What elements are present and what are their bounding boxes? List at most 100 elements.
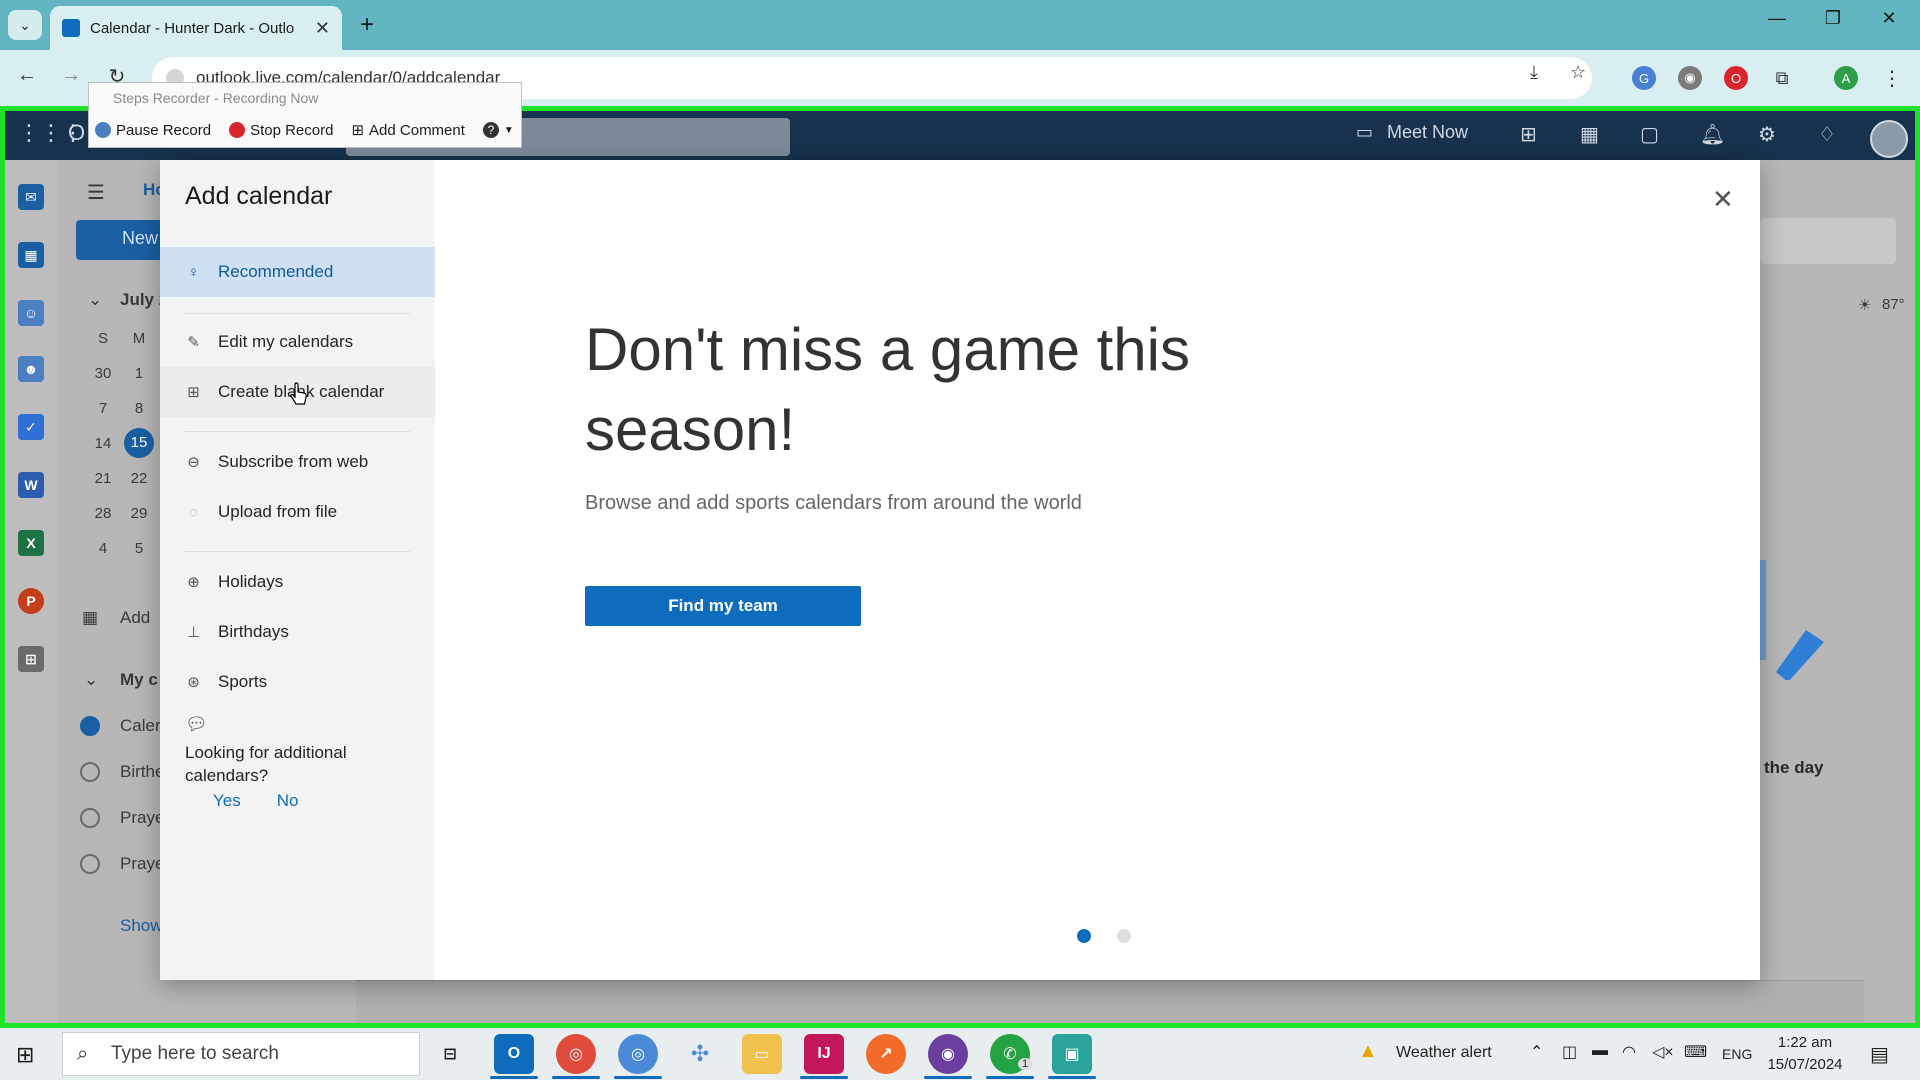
install-app-icon[interactable]: ⤓ [1530, 62, 1538, 83]
people-icon[interactable]: ☺ [18, 300, 44, 326]
minimize-icon[interactable]: — [1754, 8, 1800, 29]
keyboard-icon[interactable]: ⌨ [1684, 1042, 1707, 1062]
file-explorer-icon[interactable]: ▭ [742, 1034, 782, 1074]
system-clock[interactable]: 1:22 am 15/07/2024 [1764, 1032, 1846, 1076]
steps-recorder-window: Steps Recorder - Recording Now Pause Rec… [88, 82, 522, 148]
help-button[interactable]: ? ▼ [482, 122, 514, 138]
dropdown-arrow-icon: ▼ [503, 124, 514, 136]
settings-gear-icon[interactable]: ⚙ [1758, 122, 1776, 147]
volume-muted-icon[interactable]: ◁× [1652, 1042, 1674, 1062]
video-camera-icon: ▭ [1356, 122, 1374, 142]
feedback-no-link[interactable]: No [277, 791, 299, 811]
illustration-pen-icon [1754, 560, 1824, 680]
todo-check-icon[interactable]: ✓ [18, 414, 44, 440]
tray-overflow-icon[interactable]: ⌃ [1530, 1042, 1543, 1062]
mail-icon[interactable]: ✉ [18, 184, 44, 210]
day-cell: 28 [94, 505, 112, 522]
the-day-text: the day [1764, 758, 1824, 777]
profile-avatar[interactable]: A [1834, 66, 1858, 90]
day-cell: 30 [94, 365, 112, 382]
search-icon: ⌕ [77, 1042, 89, 1065]
github-desktop-icon[interactable]: ◉ [928, 1034, 968, 1074]
nav-label: Sports [218, 672, 268, 691]
browser-tab-bar: ⌄ Calendar - Hunter Dark - Outlo ✕ + — ❐… [0, 0, 1920, 50]
notification-center-icon[interactable]: ▤ [1870, 1042, 1889, 1067]
restore-icon[interactable]: ❐ [1810, 8, 1856, 29]
powerpoint-icon[interactable]: P [18, 588, 44, 614]
meet-tray-icon[interactable]: ◫ [1562, 1042, 1577, 1062]
translate-extension-icon[interactable]: G [1632, 66, 1656, 90]
windows-start-icon[interactable]: ⊞ [16, 1042, 34, 1068]
add-comment-button[interactable]: ⊞ Add Comment [351, 121, 464, 140]
add-calendar-bg-label: Add [120, 608, 151, 627]
weather-alert-label[interactable]: Weather alert [1396, 1044, 1492, 1062]
language-indicator[interactable]: ENG [1722, 1046, 1752, 1062]
battery-icon[interactable]: ▬ [1592, 1042, 1608, 1060]
wifi-icon[interactable]: ◠ [1622, 1042, 1636, 1062]
camera-extension-icon[interactable]: ◉ [1678, 66, 1702, 90]
feedback-prompt: 💬︎ Looking for additional calendars? Yes… [185, 714, 425, 811]
nav-upload-from-file[interactable]: ◌ Upload from file [160, 487, 435, 537]
opera-extension-icon[interactable]: O [1724, 66, 1748, 90]
nav-recommended[interactable]: ♀ Recommended [160, 247, 435, 297]
nav-edit-my-calendars[interactable]: ✎ Edit my calendars [160, 317, 435, 367]
groups-icon[interactable]: ☻ [18, 356, 44, 382]
jetbrains-icon[interactable]: IJ [804, 1034, 844, 1074]
onenote-icon[interactable]: ▦ [1580, 122, 1599, 147]
more-apps-icon[interactable]: ⊞ [18, 646, 44, 672]
stop-record-button[interactable]: Stop Record [229, 122, 333, 139]
task-view-icon[interactable]: ⊟ [430, 1034, 470, 1074]
nav-sports[interactable]: ⊛ Sports [160, 657, 435, 707]
active-app-indicator [490, 1076, 538, 1079]
forward-arrow-icon[interactable]: → [56, 64, 86, 87]
back-arrow-icon[interactable]: ← [12, 64, 42, 87]
notifications-bell-icon[interactable]: 🔔︎ [1700, 122, 1725, 147]
tips-icon[interactable]: ♢ [1818, 122, 1836, 147]
pause-icon [95, 122, 111, 138]
nav-birthdays[interactable]: ⊥ Birthdays [160, 607, 435, 657]
my-day-icon[interactable]: ▢ [1640, 122, 1659, 147]
sun-weather-icon: ☀ [1858, 297, 1872, 314]
chrome-profile-taskbar-icon[interactable]: ◎ [618, 1034, 658, 1074]
my-calendars-collapse-icon: ⌄ [84, 670, 99, 689]
find-my-team-button[interactable]: Find my team [585, 586, 861, 626]
word-icon[interactable]: W [18, 472, 44, 498]
calendar-checkbox [80, 762, 100, 782]
day-cell: 5 [134, 540, 144, 557]
carousel-dot-active[interactable] [1077, 929, 1091, 943]
tab-search-button[interactable]: ⌄ [8, 10, 42, 40]
windows-taskbar: ⊞ ⌕ Type here to search ⊟ O ◎ ◎ ✣ ▭ IJ ↗… [0, 1028, 1920, 1080]
dialog-title: Add calendar [185, 182, 333, 210]
today-cell: 15 [124, 428, 154, 458]
weather-alert-icon[interactable]: ▲ [1358, 1040, 1378, 1063]
taskbar-search-box[interactable]: ⌕ Type here to search [62, 1032, 420, 1076]
steps-recorder-taskbar-icon[interactable]: ▣ [1052, 1034, 1092, 1074]
new-tab-button[interactable]: + [352, 10, 382, 40]
close-dialog-icon[interactable]: ✕ [1712, 184, 1734, 215]
close-window-icon[interactable]: ✕ [1866, 8, 1912, 29]
active-app-indicator [924, 1076, 972, 1079]
outlook-taskbar-icon[interactable]: O [494, 1034, 534, 1074]
browser-tab[interactable]: Calendar - Hunter Dark - Outlo ✕ [50, 6, 342, 50]
feedback-icon: 💬︎ [185, 714, 208, 734]
divider [185, 551, 410, 552]
day-cell: 21 [94, 470, 112, 487]
browser-menu-icon[interactable]: ⋮ [1880, 66, 1904, 90]
excel-icon[interactable]: X [18, 530, 44, 556]
snip-tool-icon[interactable]: ✣ [680, 1034, 720, 1074]
nav-subscribe-from-web[interactable]: ⊖ Subscribe from web [160, 437, 435, 487]
tab-close-icon[interactable]: ✕ [315, 18, 330, 39]
chrome-taskbar-icon[interactable]: ◎ [556, 1034, 596, 1074]
extensions-puzzle-icon[interactable]: ⧉ [1770, 66, 1794, 90]
feedback-yes-link[interactable]: Yes [213, 791, 241, 811]
nav-holidays[interactable]: ⊕ Holidays [160, 557, 435, 607]
mouse-pointer-icon [290, 382, 307, 405]
bookmark-star-icon[interactable]: ☆ [1570, 62, 1586, 83]
postman-icon[interactable]: ↗ [866, 1034, 906, 1074]
calendar-icon[interactable]: ▦ [18, 242, 44, 268]
carousel-dot[interactable] [1117, 929, 1131, 943]
meet-now-button[interactable]: ▭ Meet Now [1356, 122, 1468, 143]
teams-icon[interactable]: ⊞ [1520, 122, 1537, 147]
account-avatar[interactable] [1870, 120, 1908, 158]
pause-record-button[interactable]: Pause Record [95, 122, 211, 139]
